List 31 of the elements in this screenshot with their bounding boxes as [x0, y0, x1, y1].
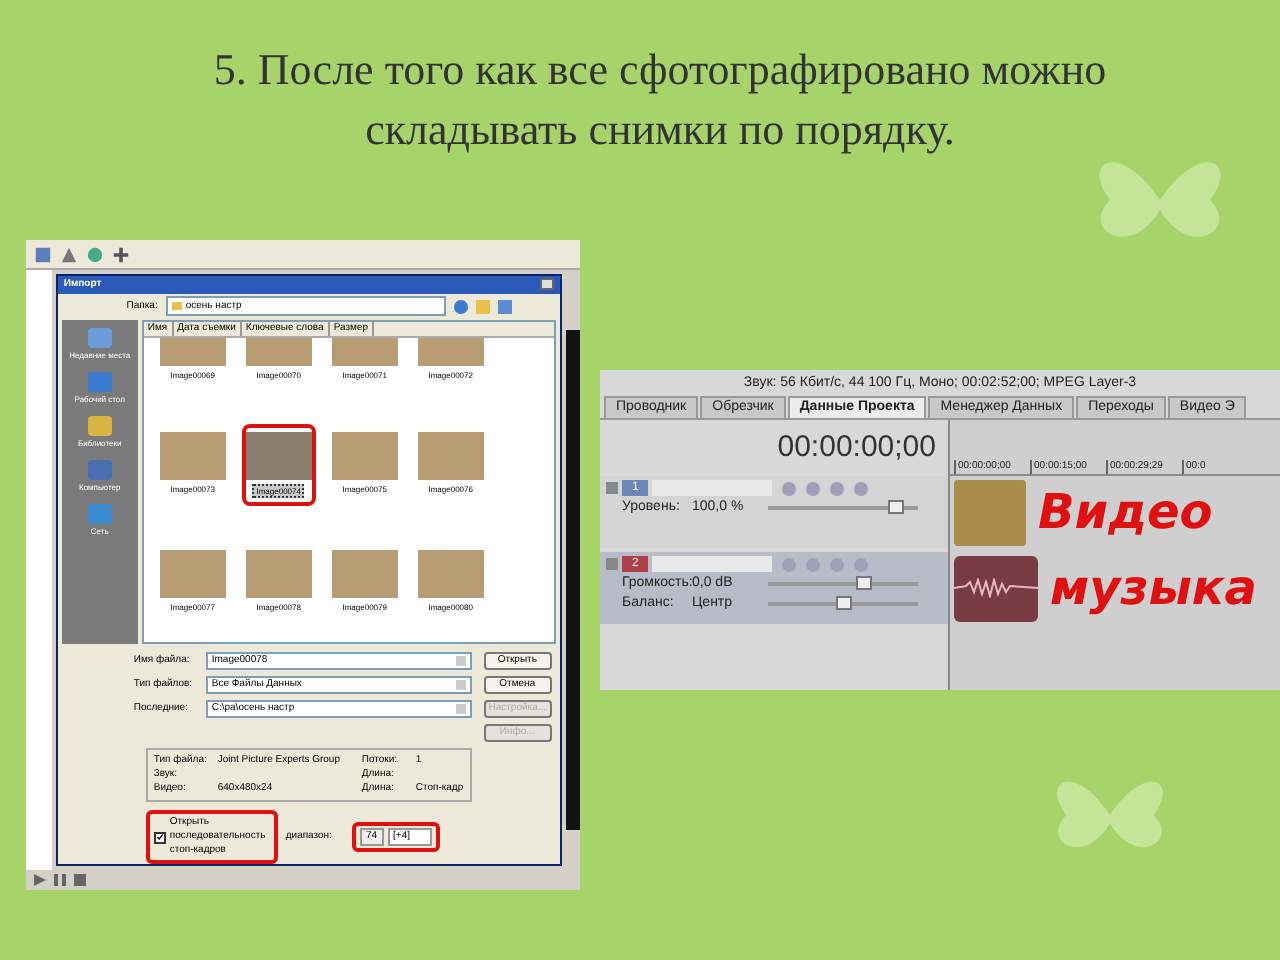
photo-placeholder[interactable]: [331, 432, 398, 481]
slider-thumb[interactable]: [835, 595, 851, 609]
folder-up-icon[interactable]: [475, 299, 490, 314]
play-icon[interactable]: [34, 874, 46, 886]
close-icon[interactable]: [539, 278, 554, 291]
timecode-display: 00:00:00;00: [777, 430, 936, 466]
audio-clip[interactable]: [954, 555, 1038, 621]
photo-placeholder[interactable]: [245, 432, 312, 481]
place-icon[interactable]: [87, 328, 112, 349]
handwritten-note: Видео: [1038, 484, 1213, 540]
view-menu-icon[interactable]: [497, 299, 512, 314]
place-icon[interactable]: [87, 416, 112, 437]
photo-placeholder[interactable]: [159, 432, 226, 481]
folder-icon: [171, 302, 182, 311]
photo-placeholder[interactable]: [245, 550, 312, 599]
photo-placeholder[interactable]: [417, 432, 484, 481]
track-grip-icon[interactable]: [606, 558, 618, 570]
slider-thumb[interactable]: [888, 499, 905, 513]
photo-placeholder[interactable]: [159, 550, 226, 599]
photo-placeholder[interactable]: [331, 550, 398, 599]
photo-placeholder[interactable]: [417, 550, 484, 599]
checkbox[interactable]: [153, 831, 166, 843]
handwritten-note: музыка: [1050, 560, 1257, 616]
slider-thumb[interactable]: [855, 575, 872, 589]
track-grip-icon[interactable]: [606, 482, 618, 494]
toolbar-icon[interactable]: [112, 245, 130, 263]
waveform-drawing: [954, 578, 1038, 598]
back-icon[interactable]: [453, 299, 468, 314]
slide-heading: 5. После того как все сфотографировано можно складывать снимки по порядку.: [211, 42, 1109, 158]
video-clip[interactable]: [954, 479, 1026, 545]
pause-icon[interactable]: [54, 874, 66, 886]
